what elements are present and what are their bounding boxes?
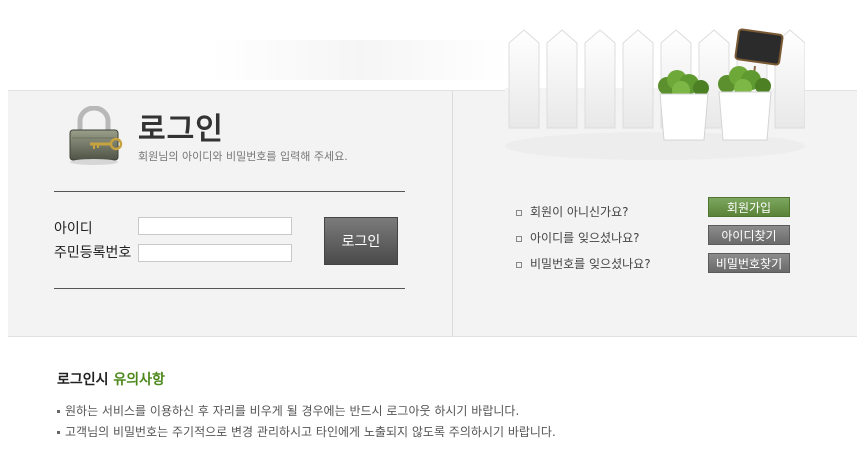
help-row-find-id: 아이디를 잊으셨나요? [516, 229, 640, 246]
square-bullet-icon [516, 209, 522, 216]
bottom-divider [54, 288, 405, 289]
ssn-label: 주민등록번호 [54, 245, 132, 261]
padlock-icon [69, 106, 123, 165]
notice-text-2: 고객님의 비밀번호는 주기적으로 변경 관리하시고 타인에게 노출되지 않도록 … [65, 425, 556, 439]
fence-plants-illustration [505, 28, 805, 160]
square-bullet-icon [516, 261, 522, 268]
ssn-input[interactable] [138, 244, 292, 262]
panel-divider [452, 91, 453, 336]
find-password-question: 비밀번호를 잊으셨나요? [530, 257, 651, 271]
find-id-button[interactable]: 아이디찾기 [708, 225, 790, 245]
notice-title-accent: 유의사항 [113, 372, 165, 388]
header-decoration [210, 40, 510, 80]
page-title: 로그인 [138, 112, 224, 147]
top-divider [54, 191, 405, 192]
id-label: 아이디 [54, 221, 93, 237]
signup-question: 회원이 아니신가요? [530, 205, 629, 219]
find-password-button[interactable]: 비밀번호찾기 [708, 253, 790, 273]
find-id-question: 아이디를 잊으셨나요? [530, 231, 640, 245]
notice-text-1: 원하는 서비스를 이용하신 후 자리를 비우게 될 경우에는 반드시 로그아웃 … [65, 404, 520, 418]
square-bullet-icon [516, 235, 522, 242]
page-subtitle: 회원님의 아이디와 비밀번호를 입력해 주세요. [138, 150, 348, 163]
bullet-dot-icon [57, 410, 60, 413]
bullet-dot-icon [57, 431, 60, 434]
notice-title-prefix: 로그인시 [57, 372, 114, 388]
notice-line: 원하는 서비스를 이용하신 후 자리를 비우게 될 경우에는 반드시 로그아웃 … [57, 402, 519, 419]
signup-button[interactable]: 회원가입 [708, 197, 790, 217]
notice-title: 로그인시 유의사항 [57, 369, 165, 389]
id-input[interactable] [138, 217, 292, 235]
login-button[interactable]: 로그인 [324, 217, 398, 265]
notice-line: 고객님의 비밀번호는 주기적으로 변경 관리하시고 타인에게 노출되지 않도록 … [57, 423, 556, 440]
help-row-signup: 회원이 아니신가요? [516, 203, 629, 220]
help-row-find-password: 비밀번호를 잊으셨나요? [516, 255, 651, 272]
